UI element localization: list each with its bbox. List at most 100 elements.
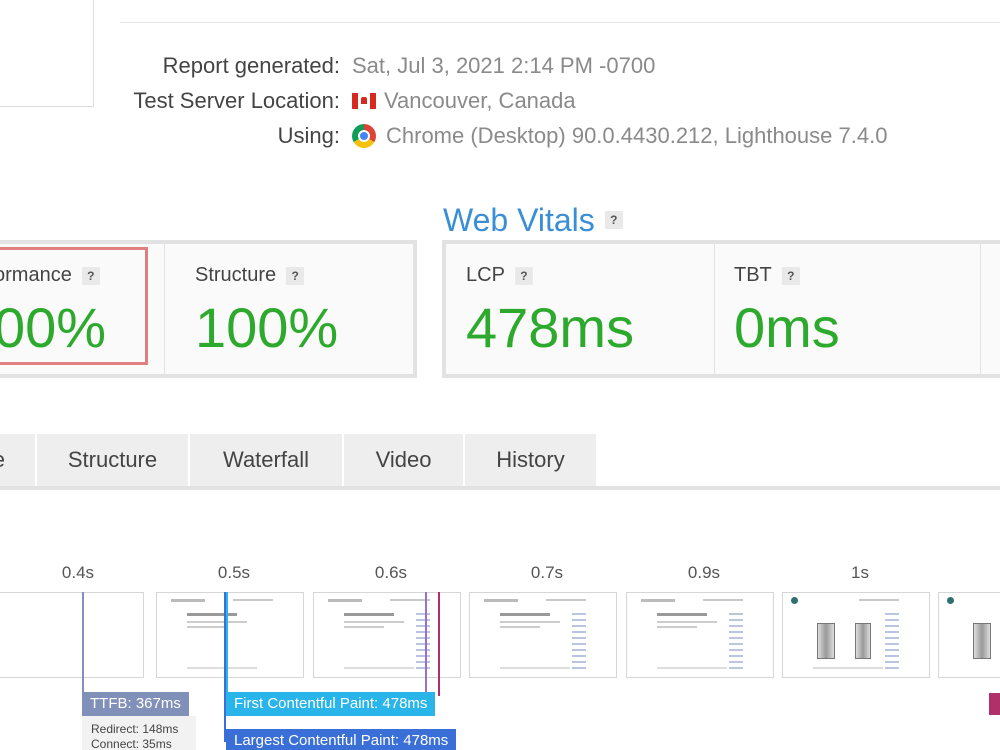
structure-title: Structure: [195, 264, 277, 286]
using-label: Using:: [277, 123, 340, 148]
report-generated-value-row: Sat, Jul 3, 2021 2:14 PM -0700: [352, 51, 952, 81]
server-location-label: Test Server Location:: [133, 88, 340, 113]
filmstrip-frame[interactable]: [782, 592, 930, 678]
panel-divider: [980, 244, 981, 374]
using-value-row: Chrome (Desktop) 90.0.4430.212, Lighthou…: [352, 121, 992, 151]
frame-product-image: [855, 623, 871, 659]
frame-product-image: [817, 623, 835, 659]
connect-note: Connect: 35ms: [91, 737, 172, 750]
structure-title-wrap: Structure ?: [195, 264, 305, 287]
frame-text: [187, 621, 247, 623]
tab-waterfall[interactable]: Waterfall: [190, 434, 343, 486]
using-row: Using:: [0, 121, 340, 151]
filmstrip-frame[interactable]: [626, 592, 774, 678]
tab-history[interactable]: History: [465, 434, 597, 486]
tbt-title-wrap: TBT ?: [734, 264, 800, 287]
lcp-line: [224, 592, 226, 742]
filmstrip-time-label: 1s: [851, 563, 869, 582]
lcp-help-icon[interactable]: ?: [514, 266, 533, 285]
frame-sidebar: [885, 613, 899, 669]
lcp-value: 478ms: [466, 296, 635, 359]
canada-flag-icon: [352, 93, 376, 109]
tbt-title: TBT: [734, 264, 772, 286]
frame-header: [484, 599, 518, 602]
server-location-value: Vancouver, Canada: [384, 88, 576, 113]
panel-divider: [164, 244, 165, 374]
frame-text: [500, 613, 550, 616]
frame-text: [344, 613, 394, 616]
fcp-line: [226, 592, 228, 702]
chrome-icon: [352, 124, 376, 148]
frame-sidebar: [416, 613, 430, 669]
web-vitals-panel: LCP ? 478ms TBT ? 0ms: [442, 240, 1000, 378]
tbt-help-icon[interactable]: ?: [781, 266, 800, 285]
server-location-value-row: Vancouver, Canada: [352, 86, 952, 116]
server-location-row: Test Server Location:: [0, 86, 340, 116]
tab-bar-underline: [0, 486, 1000, 490]
report-generated-label: Report generated:: [162, 53, 340, 78]
structure-cell: Structure ? 100%: [175, 244, 405, 374]
filmstrip-time-label: 0.9s: [687, 563, 721, 582]
frame-logo: [947, 597, 954, 604]
lcp-title-wrap: LCP ?: [466, 264, 533, 287]
structure-help-icon[interactable]: ?: [286, 266, 305, 285]
frame-nav: [546, 599, 586, 601]
tab-structure[interactable]: Structure: [37, 434, 189, 486]
server-location-value-wrap: Vancouver, Canada: [352, 86, 576, 116]
frame-header: [171, 599, 205, 602]
frame-text: [187, 626, 227, 628]
frame-sidebar: [572, 613, 586, 669]
structure-value: 100%: [195, 296, 339, 359]
report-generated-row: Report generated:: [0, 51, 340, 81]
frame-logo: [791, 597, 798, 604]
header-divider: [120, 22, 1000, 23]
filmstrip-frame[interactable]: [156, 592, 304, 678]
frame-nav: [390, 599, 430, 601]
report-page: Report generated: Sat, Jul 3, 2021 2:14 …: [0, 0, 1000, 750]
frame-nav: [859, 599, 899, 601]
frame-text: [657, 613, 707, 616]
filmstrip-time-label: 0.5s: [217, 563, 251, 582]
performance-highlight: [0, 247, 148, 365]
lcp-marker[interactable]: Largest Contentful Paint: 478ms: [226, 729, 457, 750]
lcp-cell: LCP ? 478ms: [446, 244, 714, 374]
redirect-note: Redirect: 148ms: [91, 722, 179, 736]
marker-line: [438, 592, 440, 696]
web-vitals-help-icon[interactable]: ?: [604, 211, 623, 229]
marker-line: [425, 592, 427, 696]
frame-text: [344, 626, 384, 628]
frame-header: [328, 599, 362, 602]
frame-footer: [500, 667, 570, 669]
web-vitals-title: Web Vitals: [443, 202, 595, 238]
report-generated-value: Sat, Jul 3, 2021 2:14 PM -0700: [352, 53, 656, 78]
fcp-marker[interactable]: First Contentful Paint: 478ms: [226, 692, 436, 716]
frame-text: [500, 626, 540, 628]
frame-product-image: [973, 623, 991, 659]
frame-text: [657, 621, 717, 623]
tab-summary[interactable]: e: [0, 434, 36, 486]
filmstrip-frame[interactable]: [469, 592, 617, 678]
ttfb-marker[interactable]: TTFB: 367ms: [82, 692, 189, 716]
frame-sidebar: [729, 613, 743, 669]
tab-video[interactable]: Video: [344, 434, 464, 486]
web-vitals-heading: Web Vitals ?: [443, 200, 623, 240]
frame-text: [500, 621, 560, 623]
ttfb-line: [82, 592, 84, 702]
frame-footer: [813, 667, 883, 669]
frame-text: [344, 621, 404, 623]
frame-footer: [187, 667, 257, 669]
frame-footer: [344, 667, 414, 669]
filmstrip-frame-blank[interactable]: [0, 592, 144, 678]
frame-footer: [657, 667, 727, 669]
lcp-title: LCP: [466, 264, 505, 286]
filmstrip-time-label: 0.4s: [61, 563, 95, 582]
tbt-value: 0ms: [734, 296, 840, 359]
frame-text: [187, 613, 237, 616]
filmstrip-frame[interactable]: [938, 592, 1000, 678]
tbt-cell: TBT ? 0ms: [714, 244, 980, 374]
onload-marker[interactable]: [989, 693, 1000, 715]
filmstrip-time-label: 0.6s: [374, 563, 408, 582]
frame-nav: [703, 599, 743, 601]
frame-header: [641, 599, 675, 602]
using-value: Chrome (Desktop) 90.0.4430.212, Lighthou…: [386, 123, 888, 148]
